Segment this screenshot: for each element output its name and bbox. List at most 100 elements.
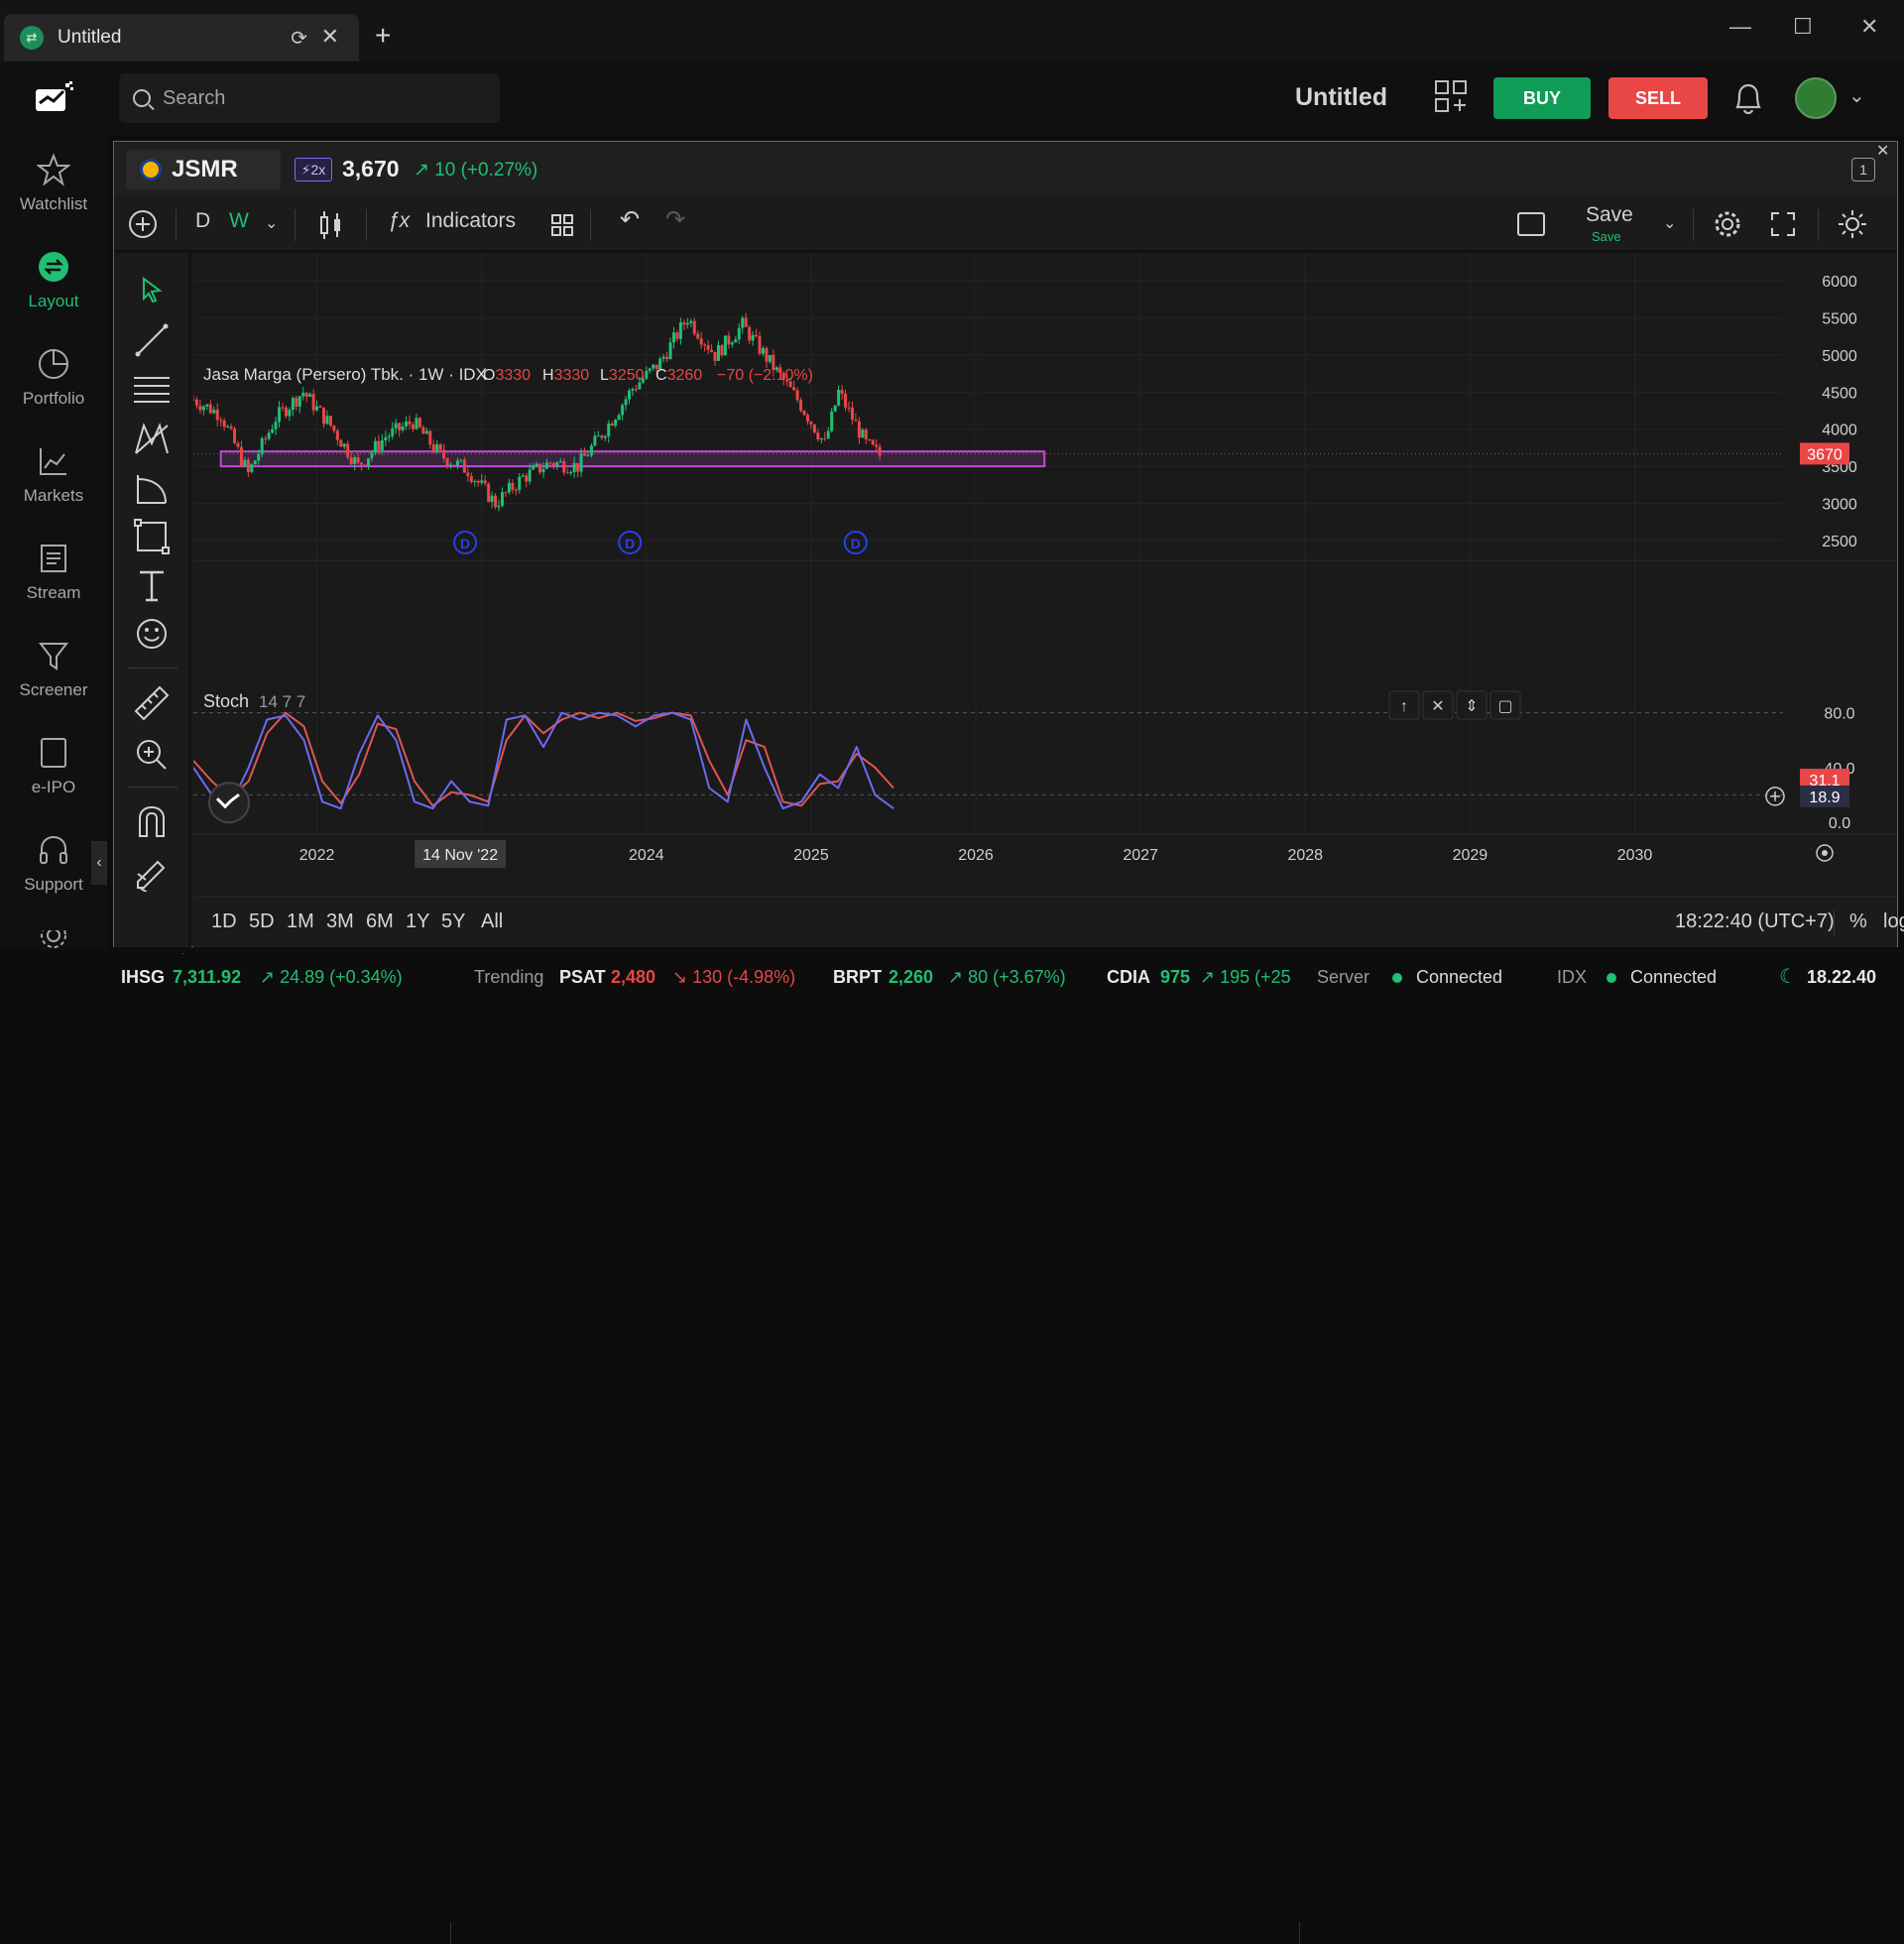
candle-body: [610, 424, 614, 426]
layout-title[interactable]: Untitled: [1295, 83, 1387, 112]
range-bar: 1D 5D 1M 3M 6M 1Y 5Y All 18:22:40 (UTC+7…: [193, 896, 1904, 947]
fullscreen-icon[interactable]: [1770, 211, 1796, 237]
undo-icon[interactable]: ↶: [620, 205, 640, 234]
nav-e-ipo[interactable]: e-IPO: [0, 736, 107, 797]
layout-single-icon[interactable]: [1516, 211, 1546, 237]
emoji-icon[interactable]: [132, 614, 172, 654]
range-3m[interactable]: 3M: [326, 911, 354, 933]
svg-text:L3250: L3250: [600, 367, 645, 384]
range-1d[interactable]: 1D: [211, 911, 237, 933]
layout-grid-icon[interactable]: [1434, 79, 1468, 113]
candle-body: [401, 425, 405, 430]
ruler-icon[interactable]: [132, 683, 172, 723]
range-6m[interactable]: 6M: [366, 911, 394, 933]
nav-layout[interactable]: Layout: [0, 250, 107, 311]
rectangle-icon[interactable]: [132, 517, 172, 556]
maximize-button[interactable]: ☐: [1793, 14, 1813, 40]
range-1m[interactable]: 1M: [287, 911, 314, 933]
draw-mode-icon[interactable]: [132, 852, 172, 892]
range-5y[interactable]: 5Y: [441, 911, 465, 933]
nav-portfolio[interactable]: Portfolio: [0, 347, 107, 409]
candle-body: [363, 464, 367, 466]
save-button[interactable]: Save: [1586, 203, 1633, 227]
chart-canvas[interactable]: DDD 600055005000450040003500300025003670…: [193, 253, 1897, 896]
text-icon[interactable]: [132, 566, 172, 606]
interval-dropdown-icon[interactable]: ⌄: [265, 213, 278, 233]
candle-body: [675, 332, 679, 339]
zoom-in-icon[interactable]: [132, 735, 172, 775]
interval-w-button[interactable]: W: [229, 209, 249, 233]
chart-settings-icon[interactable]: [1713, 209, 1742, 239]
clock-readout[interactable]: 18:22:40 (UTC+7): [1675, 911, 1835, 933]
server-status: Connected: [1392, 967, 1502, 988]
trending-3-symbol[interactable]: CDIA: [1107, 967, 1150, 988]
pane-count-badge[interactable]: 1: [1851, 158, 1875, 182]
candle-type-icon[interactable]: [318, 209, 344, 241]
buy-button[interactable]: BUY: [1493, 77, 1591, 119]
collapse-sidebar-button[interactable]: ‹: [91, 841, 107, 885]
nav-settings[interactable]: [0, 930, 107, 950]
nav-stream[interactable]: Stream: [0, 542, 107, 603]
symbol-selector[interactable]: JSMR: [126, 150, 281, 189]
minimize-button[interactable]: —: [1729, 14, 1751, 40]
candle-body: [205, 404, 209, 407]
trending-3-change: ↗ 195 (+25: [1200, 967, 1291, 987]
ihsg-label[interactable]: IHSG: [121, 967, 165, 988]
close-frame-icon[interactable]: ✕: [1876, 141, 1889, 161]
nav-label: Portfolio: [22, 389, 85, 408]
add-symbol-icon[interactable]: [128, 209, 158, 239]
search-box[interactable]: [119, 73, 500, 123]
range-5d[interactable]: 5D: [249, 911, 275, 933]
fib-lines-icon[interactable]: [132, 370, 172, 410]
close-window-button[interactable]: ✕: [1860, 14, 1878, 40]
time-tick-label: 2022: [299, 847, 335, 864]
nav-label: Watchlist: [19, 194, 88, 213]
new-tab-button[interactable]: +: [375, 22, 391, 50]
range-all[interactable]: All: [481, 911, 503, 933]
trending-2-symbol[interactable]: BRPT: [833, 967, 882, 988]
trendline-icon[interactable]: [132, 320, 172, 360]
app-logo-icon[interactable]: [36, 81, 75, 113]
avatar[interactable]: [1795, 77, 1837, 119]
pattern-icon[interactable]: [132, 420, 172, 459]
redo-icon[interactable]: ↷: [665, 205, 685, 234]
sell-button[interactable]: SELL: [1608, 77, 1708, 119]
interval-d-button[interactable]: D: [195, 209, 210, 233]
toolbar-divider: [366, 209, 367, 241]
bell-icon[interactable]: [1731, 79, 1765, 117]
reload-icon[interactable]: ⟳: [291, 26, 307, 51]
templates-icon[interactable]: [550, 213, 574, 237]
indicators-fx-icon[interactable]: ƒx: [388, 209, 410, 233]
arc-icon[interactable]: [132, 469, 172, 509]
save-dropdown-icon[interactable]: ⌄: [1663, 213, 1676, 233]
nav-markets[interactable]: Markets: [0, 444, 107, 506]
candle-body: [727, 335, 731, 345]
trending-1-value: 2,480: [611, 967, 656, 987]
candle-body: [833, 405, 837, 412]
indicators-button[interactable]: Indicators: [425, 209, 516, 233]
candle-body: [424, 430, 428, 434]
candle-body: [318, 406, 322, 408]
search-input[interactable]: [163, 86, 480, 110]
magnet-icon[interactable]: [132, 802, 172, 842]
theme-toggle-icon[interactable]: [1838, 209, 1867, 239]
time-tick-label: 2026: [958, 847, 994, 864]
candle-body: [737, 327, 741, 340]
close-tab-icon[interactable]: ✕: [321, 24, 339, 50]
nav-watchlist[interactable]: Watchlist: [0, 153, 107, 214]
symbol-bar: JSMR ⚡ 2x 3,670 ↗ 10 (+0.27%) 1: [114, 142, 1897, 195]
candle-body: [713, 351, 717, 361]
range-1y[interactable]: 1Y: [406, 911, 429, 933]
percent-toggle[interactable]: %: [1849, 911, 1867, 933]
server-status-dot: [1392, 973, 1402, 983]
candle-body: [720, 345, 724, 356]
ohlc-change: −70 (−2.10%): [717, 367, 813, 384]
cursor-icon[interactable]: [132, 271, 172, 310]
nav-screener[interactable]: Screener: [0, 639, 107, 700]
trending-1-symbol[interactable]: PSAT: [559, 967, 606, 988]
browser-tab[interactable]: ⇄ Untitled ⟳ ✕: [4, 14, 359, 61]
chevron-down-icon[interactable]: ⌄: [1848, 83, 1865, 108]
candle-body: [328, 416, 332, 426]
log-toggle[interactable]: log: [1883, 911, 1904, 933]
maximize-pane-icon: ▢: [1497, 698, 1512, 715]
